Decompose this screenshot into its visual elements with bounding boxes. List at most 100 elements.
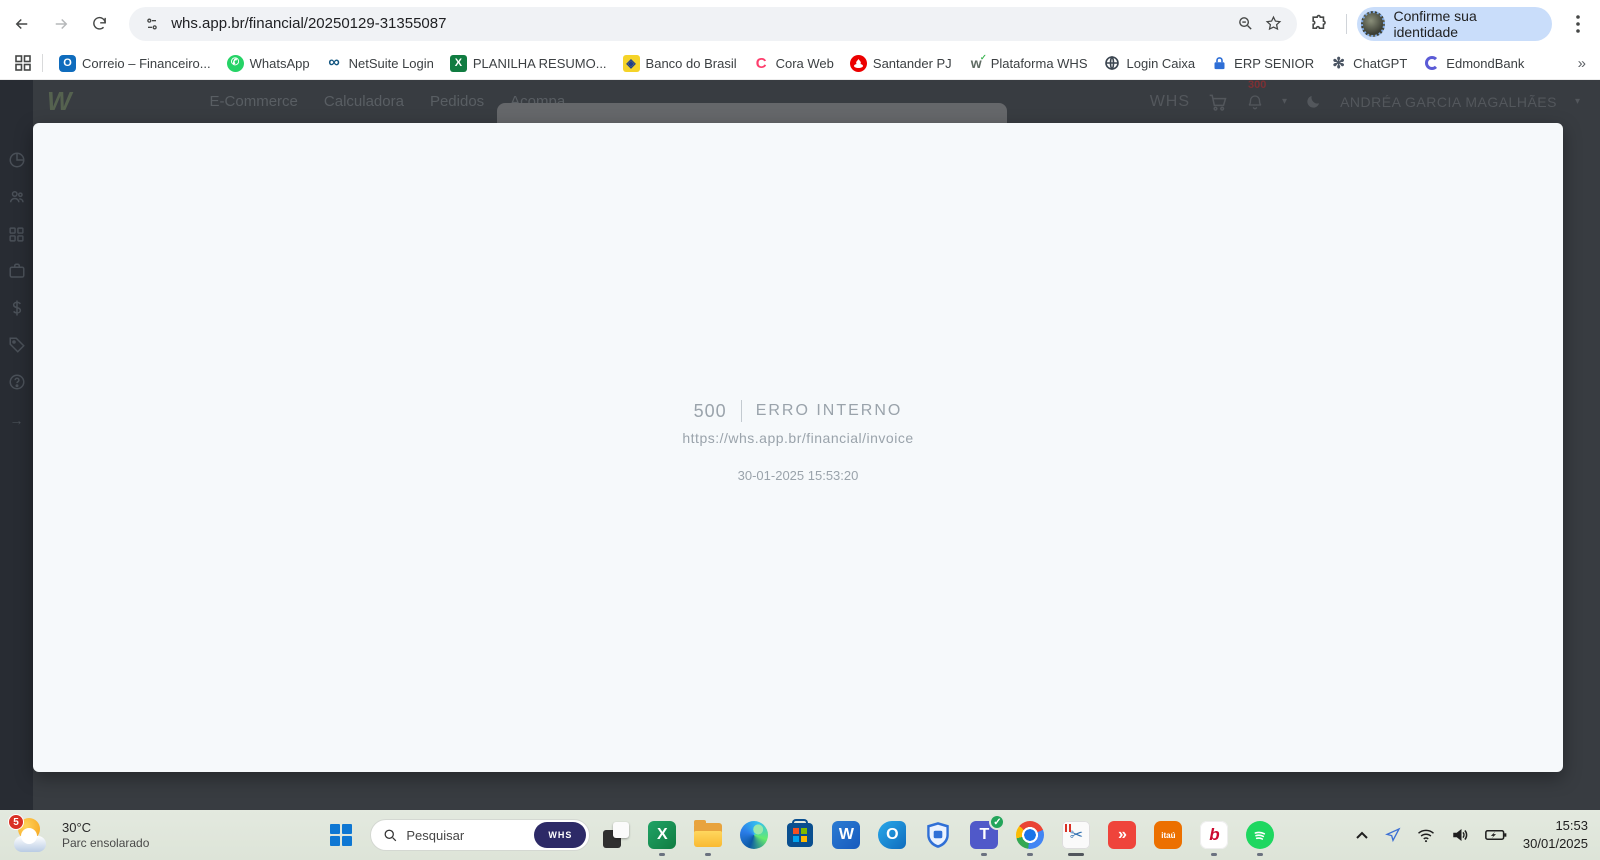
bell-caret-icon[interactable]: ▾ — [1282, 96, 1287, 107]
taskbar-search[interactable]: Pesquisar WHS — [370, 819, 590, 851]
edge-icon — [740, 821, 768, 849]
cart-icon[interactable] — [1208, 92, 1228, 112]
edmondbank-icon — [1423, 55, 1440, 72]
task-view-button[interactable] — [600, 819, 632, 851]
nav-calculadora[interactable]: Calculadora — [324, 93, 404, 110]
taskbar: 5 30°C Parc ensolarado Pesquisar WHS X W… — [0, 810, 1600, 860]
edge-app-button[interactable] — [738, 819, 770, 851]
apps-grid-icon[interactable] — [8, 50, 38, 76]
brand-text: WHS — [1150, 93, 1190, 111]
sidebar: → — [0, 80, 33, 810]
whatsapp-icon: ✆ — [227, 55, 244, 72]
snipping-tool-button[interactable]: ✂ — [1060, 819, 1092, 851]
bradesco-icon: b — [1200, 821, 1228, 849]
nav-ecommerce[interactable]: E-Commerce — [210, 93, 298, 110]
extensions-icon[interactable] — [1303, 7, 1335, 41]
help-icon[interactable] — [7, 372, 27, 392]
screen: whs.app.br/financial/20250129-31355087 C… — [0, 0, 1600, 860]
menu-kebab-icon[interactable] — [1562, 7, 1594, 41]
app-page-overlay: W E-Commerce Calculadora Pedidos Acompa … — [0, 80, 1600, 810]
system-tray: 15:53 30/01/2025 — [1355, 817, 1588, 852]
app-header-right: WHS 300 ▾ ANDRÉA GARCIA MAGALHÃES ▾ — [1150, 80, 1580, 123]
error-url: https://whs.app.br/financial/invoice — [682, 430, 913, 446]
user-caret-icon[interactable]: ▾ — [1575, 96, 1580, 107]
excel-icon: X — [450, 55, 467, 72]
financial-dollar-icon[interactable] — [7, 298, 27, 318]
globe-icon — [1104, 55, 1121, 72]
notifications-bell-icon[interactable]: 300 — [1246, 93, 1264, 111]
battery-icon[interactable] — [1485, 828, 1507, 842]
bookmark-plataforma-whs[interactable]: w✓ Plataforma WHS — [960, 51, 1096, 76]
confirm-identity-button[interactable]: Confirme sua identidade — [1357, 7, 1552, 41]
spotify-app-button[interactable] — [1244, 819, 1276, 851]
dark-mode-moon-icon[interactable] — [1305, 93, 1322, 110]
user-menu[interactable]: ANDRÉA GARCIA MAGALHÃES — [1340, 94, 1557, 110]
teams-app-button[interactable]: T✓ — [968, 819, 1000, 851]
santander-icon — [850, 55, 867, 72]
bookmark-planilha[interactable]: X PLANILHA RESUMO... — [442, 51, 615, 76]
cora-icon: C — [753, 55, 770, 72]
banco-do-brasil-icon: ◈ — [623, 55, 640, 72]
anydesk-app-button[interactable]: » — [1106, 819, 1138, 851]
toolbar-divider — [1346, 14, 1347, 34]
error-separator — [741, 400, 742, 422]
spotify-icon — [1246, 821, 1274, 849]
bookmark-login-caixa[interactable]: Login Caixa — [1096, 51, 1204, 76]
microsoft-store-button[interactable] — [784, 819, 816, 851]
weather-widget[interactable]: 5 30°C Parc ensolarado — [12, 818, 149, 852]
customers-icon[interactable] — [7, 187, 27, 207]
chrome-app-button[interactable] — [1014, 819, 1046, 851]
anydesk-icon: » — [1108, 821, 1136, 849]
windows-security-button[interactable] — [922, 819, 954, 851]
file-explorer-button[interactable] — [692, 819, 724, 851]
forward-button[interactable] — [44, 7, 76, 41]
sidebar-expand-arrow-icon[interactable]: → — [10, 412, 24, 428]
netsuite-icon: ∞ — [326, 55, 343, 72]
bookmark-whatsapp[interactable]: ✆ WhatsApp — [219, 51, 318, 76]
wifi-icon[interactable] — [1417, 828, 1435, 843]
nav-pedidos[interactable]: Pedidos — [430, 93, 484, 110]
lock-icon — [1211, 55, 1228, 72]
back-button[interactable] — [6, 7, 38, 41]
bradesco-app-button[interactable]: b — [1198, 819, 1230, 851]
url-text[interactable]: whs.app.br/financial/20250129-31355087 — [171, 15, 1231, 32]
bookmark-cora[interactable]: C Cora Web — [745, 51, 842, 76]
bookmark-chatgpt[interactable]: ✻ ChatGPT — [1322, 51, 1415, 76]
reload-button[interactable] — [83, 7, 115, 41]
site-info-icon[interactable] — [139, 11, 165, 37]
bookmark-correio[interactable]: O Correio – Financeiro... — [51, 51, 219, 76]
taskbar-clock[interactable]: 15:53 30/01/2025 — [1523, 817, 1588, 852]
tag-icon[interactable] — [7, 335, 27, 355]
bookmark-erp-senior[interactable]: ERP SENIOR — [1203, 51, 1322, 76]
bookmark-santander[interactable]: Santander PJ — [842, 51, 960, 76]
apps-modules-icon[interactable] — [7, 224, 27, 244]
tray-chevron-up-icon[interactable] — [1355, 830, 1369, 840]
bookmark-star-icon[interactable] — [1259, 10, 1287, 38]
zoom-icon[interactable] — [1231, 10, 1259, 38]
bookmark-banco-do-brasil[interactable]: ◈ Banco do Brasil — [615, 51, 745, 76]
error-code: 500 — [694, 401, 727, 422]
weather-sun-cloud-icon: 5 — [12, 818, 52, 852]
bookmark-edmondbank[interactable]: EdmondBank — [1415, 51, 1532, 76]
location-icon[interactable] — [1385, 827, 1401, 843]
search-highlight-whs[interactable]: WHS — [534, 822, 586, 848]
url-bar[interactable]: whs.app.br/financial/20250129-31355087 — [129, 7, 1297, 41]
security-shield-icon — [925, 821, 951, 849]
itau-app-button[interactable]: itaú — [1152, 819, 1184, 851]
briefcase-icon[interactable] — [7, 261, 27, 281]
bookmarks-overflow-chevron[interactable]: » — [1578, 55, 1586, 72]
dashboard-pie-icon[interactable] — [7, 150, 27, 170]
scissors-icon: ✂ — [1062, 821, 1090, 849]
start-button[interactable] — [324, 818, 358, 852]
clock-date: 30/01/2025 — [1523, 835, 1588, 853]
error-modal: 500 ERRO INTERNO https://whs.app.br/fina… — [33, 123, 1563, 772]
chatgpt-icon: ✻ — [1330, 55, 1347, 72]
outlook-icon: O — [878, 821, 906, 849]
volume-icon[interactable] — [1451, 827, 1469, 843]
bookmark-netsuite[interactable]: ∞ NetSuite Login — [318, 51, 442, 76]
word-app-button[interactable]: W — [830, 819, 862, 851]
excel-app-button[interactable]: X — [646, 819, 678, 851]
windows-logo-icon — [330, 824, 352, 846]
outlook-app-button[interactable]: O — [876, 819, 908, 851]
weather-badge: 5 — [8, 814, 24, 830]
